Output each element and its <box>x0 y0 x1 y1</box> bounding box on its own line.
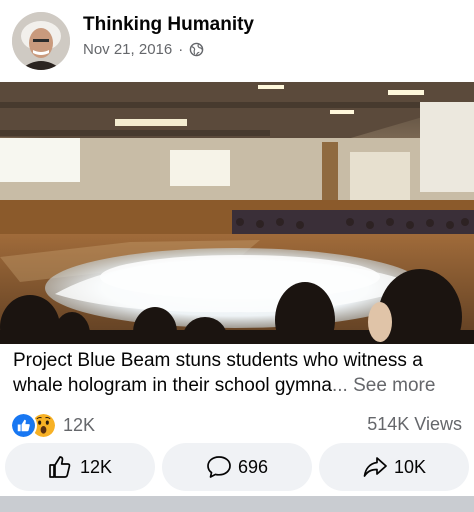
feed-divider <box>0 496 474 512</box>
comment-icon <box>207 456 231 478</box>
action-bar: 12K 696 10K <box>0 443 474 493</box>
like-count: 12K <box>79 456 113 477</box>
share-count: 10K <box>393 456 427 477</box>
post-caption: Project Blue Beam stuns students who wit… <box>13 348 465 398</box>
post-meta: Nov 21, 2016 · <box>83 41 204 58</box>
share-icon <box>363 457 387 477</box>
post-date[interactable]: Nov 21, 2016 <box>83 41 172 58</box>
caption-ellipsis: ... <box>331 375 348 396</box>
reaction-summary[interactable]: 12K <box>10 412 95 439</box>
like-button[interactable]: 12K <box>5 443 155 491</box>
share-button[interactable]: 10K <box>319 443 469 491</box>
thumbs-up-icon <box>49 456 71 478</box>
page-name[interactable]: Thinking Humanity <box>83 14 254 36</box>
like-icon <box>10 412 37 439</box>
reaction-count: 12K <box>63 415 96 435</box>
post-photo[interactable] <box>0 82 474 344</box>
meta-separator: · <box>178 41 184 58</box>
see-more-link[interactable]: See more <box>353 375 435 396</box>
views-count: 514K Views <box>367 414 462 434</box>
post-header: Thinking Humanity Nov 21, 2016 · <box>0 0 474 82</box>
comment-count: 696 <box>237 456 269 477</box>
page-avatar[interactable] <box>12 12 70 70</box>
comment-button[interactable]: 696 <box>162 443 312 491</box>
globe-icon <box>189 42 204 57</box>
